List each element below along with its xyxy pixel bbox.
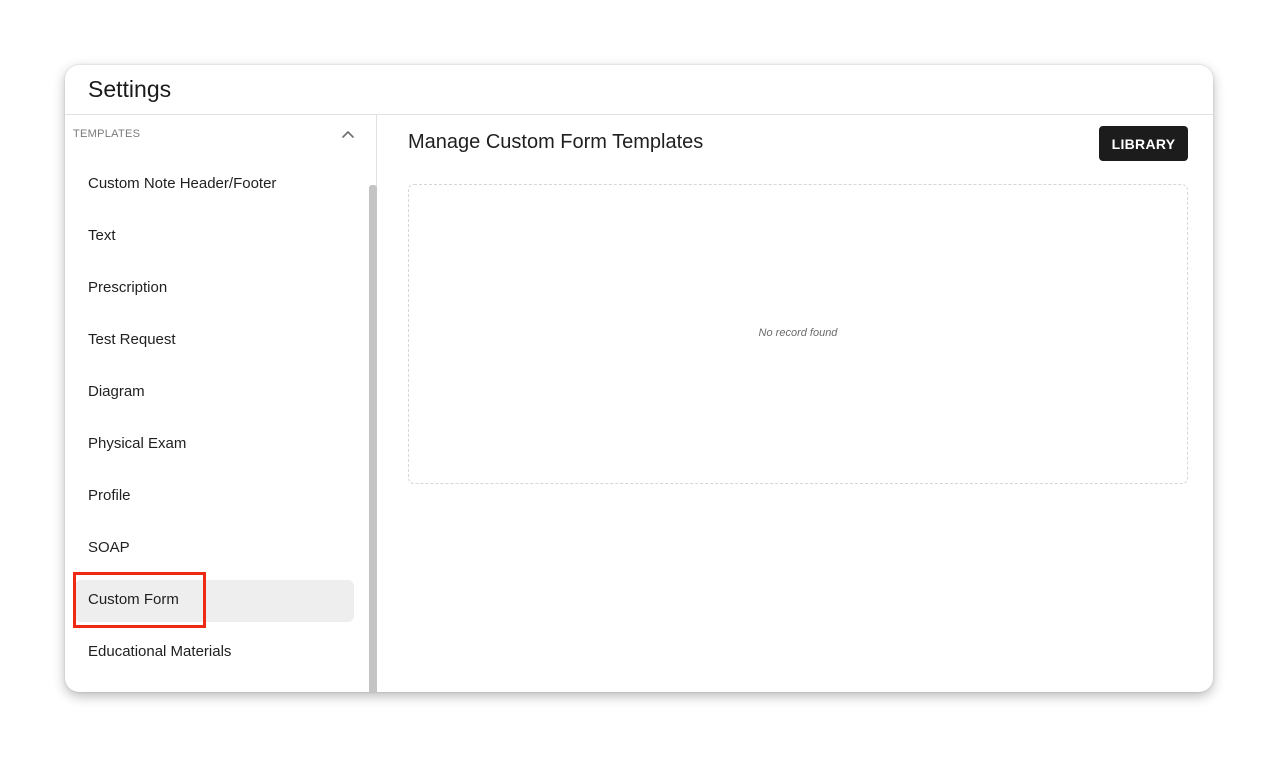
settings-window: Settings TEMPLATES Custom Note Header/Fo… xyxy=(65,65,1213,692)
templates-section-label: TEMPLATES xyxy=(73,128,141,140)
empty-state-text: No record found xyxy=(758,327,838,339)
sidebar-item-custom-note-header-footer[interactable]: Custom Note Header/Footer xyxy=(75,164,354,206)
chevron-up-icon[interactable] xyxy=(341,129,355,139)
sidebar-item-label: Custom Note Header/Footer xyxy=(88,175,277,192)
sidebar-item-label: Profile xyxy=(88,487,131,504)
sidebar-item-physical-exam[interactable]: Physical Exam xyxy=(75,424,354,466)
sidebar: TEMPLATES Custom Note Header/Footer Text… xyxy=(65,115,377,692)
library-button[interactable]: LIBRARY xyxy=(1099,126,1188,161)
sidebar-item-test-request[interactable]: Test Request xyxy=(75,320,354,362)
sidebar-item-label: Prescription xyxy=(88,279,168,296)
sidebar-item-label: Test Request xyxy=(88,331,176,348)
sidebar-scrollbar[interactable] xyxy=(369,185,377,692)
sidebar-item-label: Educational Materials xyxy=(88,643,232,660)
title-bar: Settings xyxy=(65,65,1213,115)
sidebar-item-label: Diagram xyxy=(88,383,145,400)
templates-empty-state: No record found xyxy=(408,184,1188,484)
main-panel: Manage Custom Form Templates LIBRARY No … xyxy=(377,115,1213,692)
sidebar-item-soap[interactable]: SOAP xyxy=(75,528,354,570)
window-title: Settings xyxy=(88,76,172,102)
sidebar-item-label: Custom Form xyxy=(88,591,179,608)
page-title: Manage Custom Form Templates xyxy=(408,131,704,153)
templates-section-header[interactable]: TEMPLATES xyxy=(65,115,365,155)
sidebar-item-diagram[interactable]: Diagram xyxy=(75,372,354,414)
sidebar-item-custom-form[interactable]: Custom Form xyxy=(75,580,354,622)
sidebar-item-label: Text xyxy=(88,227,116,244)
sidebar-item-profile[interactable]: Profile xyxy=(75,476,354,518)
sidebar-item-label: SOAP xyxy=(88,539,130,556)
sidebar-item-prescription[interactable]: Prescription xyxy=(75,268,354,310)
sidebar-item-educational-materials[interactable]: Educational Materials xyxy=(75,632,354,674)
sidebar-item-text[interactable]: Text xyxy=(75,216,354,258)
sidebar-item-label: Physical Exam xyxy=(88,435,187,452)
